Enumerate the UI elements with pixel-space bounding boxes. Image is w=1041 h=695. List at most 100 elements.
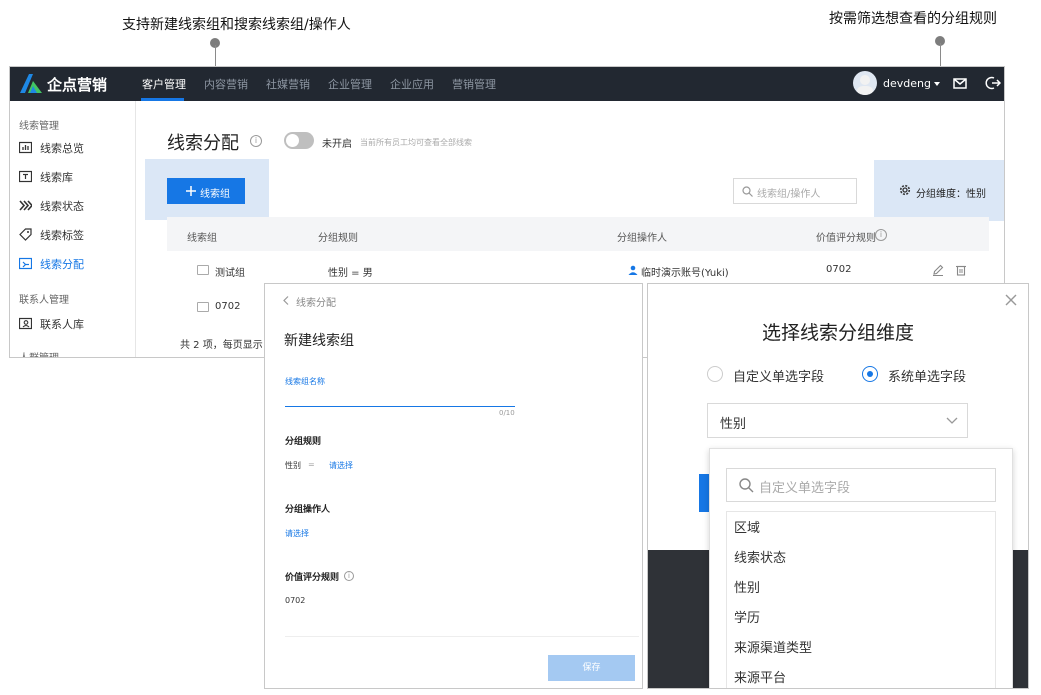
list-item[interactable]: 来源渠道类型 (734, 637, 812, 656)
dimension-select[interactable]: 性别 (707, 403, 968, 438)
list-item[interactable]: 线索状态 (734, 547, 786, 566)
list-item[interactable]: 来源平台 (734, 667, 786, 686)
rule-field: 性别 (285, 461, 301, 470)
table-header: 线索组 分组规则 分组操作人 价值评分规则 i (167, 217, 989, 251)
option-list (726, 511, 996, 688)
list-item[interactable]: 学历 (734, 607, 760, 626)
annotation-left: 支持新建线索组和搜索线索组/操作人 (122, 17, 351, 33)
radio-system-field-label[interactable]: 系统单选字段 (888, 366, 966, 385)
folder-icon (197, 265, 209, 275)
sidebar-item-lead-tags[interactable]: 线索标签 (19, 226, 129, 244)
add-lead-group-button[interactable]: 线索组 (167, 178, 245, 204)
panel-title: 新建线索组 (284, 333, 354, 349)
tag-icon (19, 228, 32, 241)
radio-custom-field-label[interactable]: 自定义单选字段 (733, 366, 824, 385)
distribution-icon (19, 257, 32, 270)
caret-down-icon[interactable] (934, 82, 940, 86)
operator-select-link[interactable]: 请选择 (285, 528, 309, 539)
sidebar-item-label: 线索标签 (40, 229, 84, 242)
list-item[interactable]: 性别 (734, 577, 760, 596)
search-input[interactable]: 线索组/操作人 (733, 178, 857, 204)
sidebar-item-lead-distribution[interactable]: 线索分配 (19, 255, 129, 273)
brand-name: 企点营销 (47, 76, 108, 94)
username[interactable]: devdeng (883, 77, 931, 90)
dropdown-search-placeholder: 自定义单选字段 (759, 481, 851, 496)
confirm-button-edge[interactable] (699, 474, 709, 512)
rule-select-link[interactable]: 请选择 (329, 460, 353, 471)
sidebar-item-lead-status[interactable]: 线索状态 (19, 197, 129, 215)
chevron-down-icon (946, 417, 958, 424)
score-label: 价值评分规则 (285, 573, 340, 583)
nav-customer-management[interactable]: 客户管理 (142, 76, 186, 92)
toggle-status-label: 未开启 (322, 139, 352, 150)
row-group-name: 0702 (215, 301, 241, 312)
nav-marketing-management[interactable]: 营销管理 (452, 76, 496, 92)
sidebar-item-label: 线索分配 (40, 258, 84, 271)
column-header-rule: 分组规则 (318, 233, 358, 244)
column-header-group: 线索组 (187, 233, 217, 244)
row-group-name: 测试组 (215, 268, 245, 279)
user-icon (628, 265, 638, 275)
info-icon[interactable]: i (344, 571, 354, 581)
nav-content-marketing[interactable]: 内容营销 (204, 76, 248, 92)
search-icon (742, 186, 753, 197)
radio-system-field[interactable] (862, 366, 878, 382)
sidebar-item-label: 线索总览 (40, 142, 84, 155)
column-header-operator: 分组操作人 (617, 233, 667, 244)
pagination-summary: 共 2 项，每页显示 (180, 340, 263, 351)
operator-label: 分组操作人 (285, 505, 331, 515)
sidebar-group-leads: 线索管理 (19, 121, 59, 132)
dimension-dropdown: 自定义单选字段 区域 线索状态 性别 学历 来源渠道类型 来源平台 (709, 448, 1013, 688)
avatar[interactable] (853, 71, 877, 95)
status-chevrons-icon (19, 200, 32, 211)
sidebar-group-crowd: 人群管理 (19, 349, 59, 357)
row-rule: 性别 = 男 (328, 268, 373, 279)
radio-custom-field[interactable] (707, 366, 723, 382)
input-underline (285, 406, 515, 407)
chart-icon (19, 141, 32, 154)
chevron-left-icon[interactable] (283, 296, 289, 305)
row-score: 0702 (826, 264, 852, 275)
brand-logo-icon (20, 74, 42, 93)
name-char-counter: 0/10 (499, 409, 515, 417)
group-name-label: 线索组名称 (285, 377, 325, 386)
score-value: 0702 (285, 596, 306, 605)
distribution-toggle[interactable] (284, 132, 314, 149)
group-name-input[interactable] (285, 390, 515, 406)
dropdown-search-input[interactable]: 自定义单选字段 (726, 468, 996, 502)
sidebar-item-contact-library[interactable]: 联系人库 (19, 315, 129, 333)
contact-icon (19, 317, 32, 330)
logout-icon[interactable] (985, 75, 1001, 91)
row-operator: 临时演示账号(Yuki) (641, 268, 729, 279)
nav-enterprise-apps[interactable]: 企业应用 (390, 76, 434, 92)
sidebar-item-label: 联系人库 (40, 318, 84, 331)
save-button[interactable]: 保存 (548, 655, 635, 681)
search-icon (739, 478, 754, 493)
top-navbar: 企点营销 客户管理 内容营销 社媒营销 企业管理 企业应用 营销管理 devde… (10, 67, 1004, 101)
dimension-filter-button[interactable]: 分组维度：性别 (916, 185, 986, 200)
edit-icon[interactable] (932, 264, 944, 276)
sidebar-item-lead-library[interactable]: 线索库 (19, 168, 129, 186)
gear-icon[interactable] (899, 184, 911, 196)
close-icon[interactable] (1005, 294, 1017, 306)
plus-icon (186, 186, 196, 196)
library-icon (19, 170, 32, 183)
add-lead-group-label: 线索组 (200, 189, 230, 200)
sidebar-group-contacts: 联系人管理 (19, 295, 69, 306)
user-avatar-icon (857, 75, 873, 95)
nav-enterprise-management[interactable]: 企业管理 (328, 76, 372, 92)
back-link[interactable]: 线索分配 (296, 294, 336, 309)
annotation-right: 按需筛选想查看的分组规则 (829, 11, 997, 27)
rule-label: 分组规则 (285, 437, 322, 447)
info-icon[interactable]: i (875, 229, 887, 241)
list-item[interactable]: 区域 (734, 517, 760, 536)
sidebar-item-lead-overview[interactable]: 线索总览 (19, 139, 129, 157)
rule-operator: = (308, 460, 315, 469)
mail-icon[interactable] (952, 75, 968, 91)
info-icon[interactable]: i (250, 135, 262, 147)
delete-icon[interactable] (955, 264, 967, 276)
folder-icon (197, 302, 209, 312)
search-placeholder: 线索组/操作人 (757, 189, 821, 200)
sidebar-item-label: 线索状态 (40, 200, 84, 213)
nav-social-marketing[interactable]: 社媒营销 (266, 76, 310, 92)
